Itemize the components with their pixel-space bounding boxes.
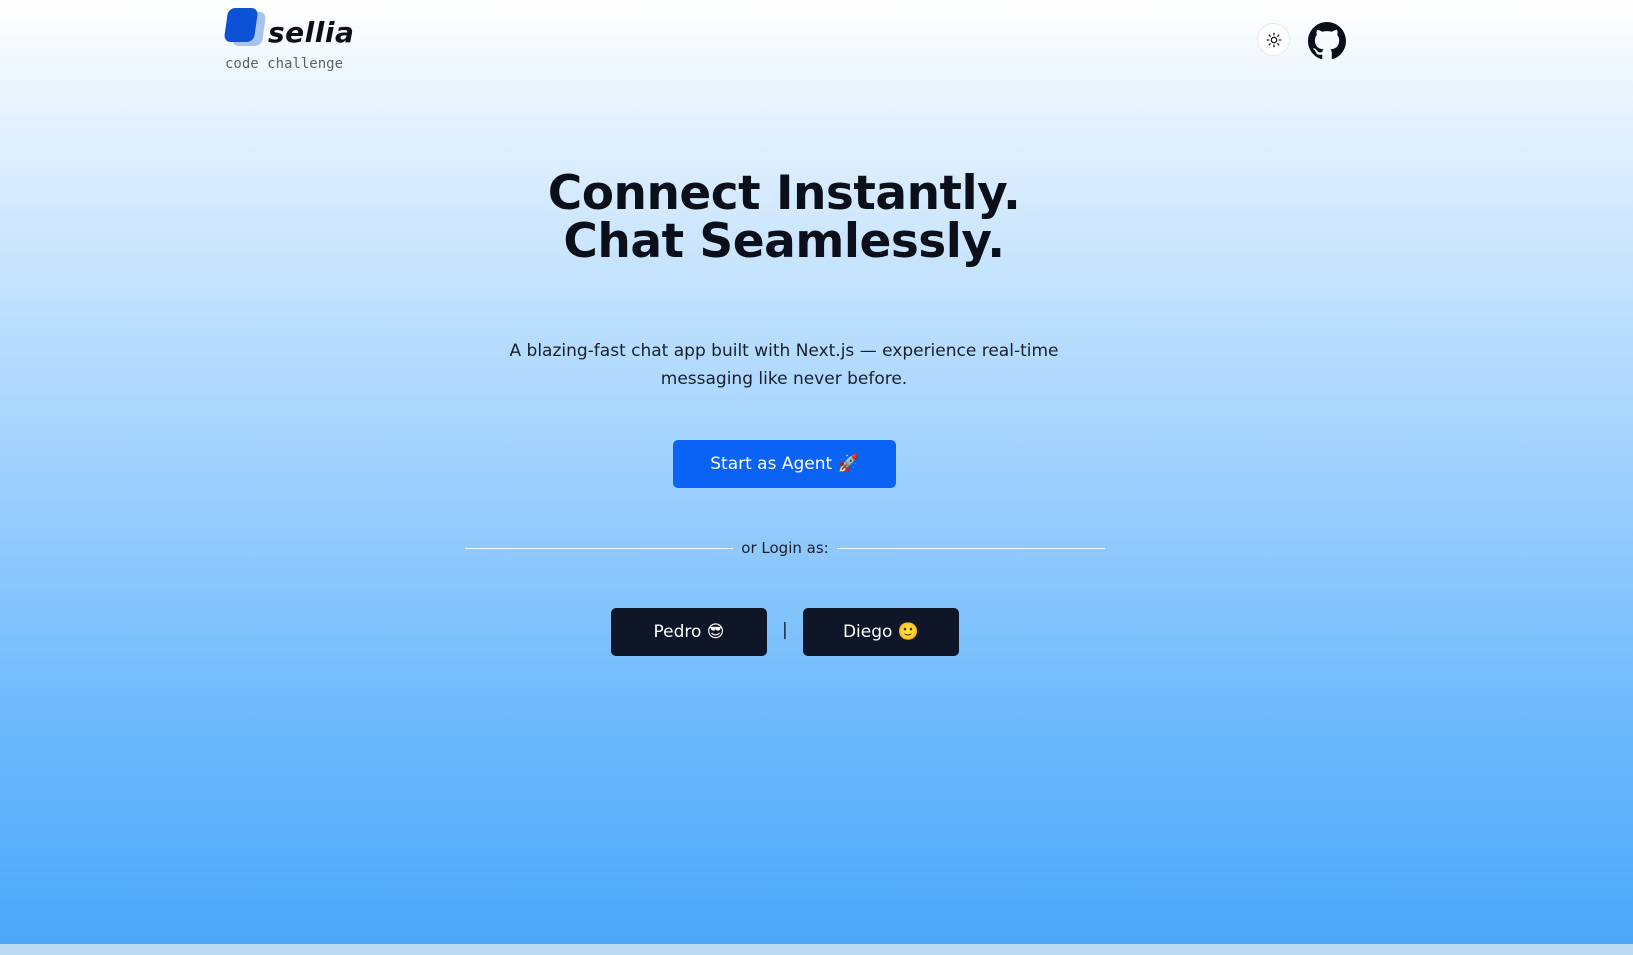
logo-mark-icon <box>223 6 268 48</box>
github-link[interactable] <box>1308 22 1346 60</box>
landing-page: sellia code challenge Connect Instantly.… <box>0 0 1633 944</box>
brand-subtitle: code challenge <box>225 56 344 72</box>
login-separator: | <box>782 620 788 640</box>
divider-line-left <box>465 547 734 549</box>
divider-text: or Login as: <box>741 539 829 557</box>
hero-description: A blazing-fast chat app built with Next.… <box>509 341 1059 389</box>
brand-name: sellia <box>268 16 355 49</box>
brand-logo[interactable]: sellia code challenge <box>223 4 404 76</box>
sun-icon <box>1266 32 1281 47</box>
login-options: Pedro 😎 | Diego 🙂 <box>611 608 959 656</box>
github-icon <box>1308 22 1346 60</box>
login-pedro-button[interactable]: Pedro 😎 <box>611 608 767 656</box>
divider-line-right <box>836 547 1106 549</box>
start-as-agent-button[interactable]: Start as Agent 🚀 <box>673 440 896 488</box>
hero-title-line-1: Connect Instantly. <box>547 166 1021 221</box>
hero-title-line-2: Chat Seamlessly. <box>563 214 1005 269</box>
hero-title: Connect Instantly. Chat Seamlessly. <box>0 170 1568 266</box>
login-diego-button[interactable]: Diego 🙂 <box>803 608 959 656</box>
login-divider: or Login as: <box>465 537 1106 559</box>
theme-toggle-button[interactable] <box>1257 23 1290 56</box>
bottom-strip <box>0 944 1633 955</box>
